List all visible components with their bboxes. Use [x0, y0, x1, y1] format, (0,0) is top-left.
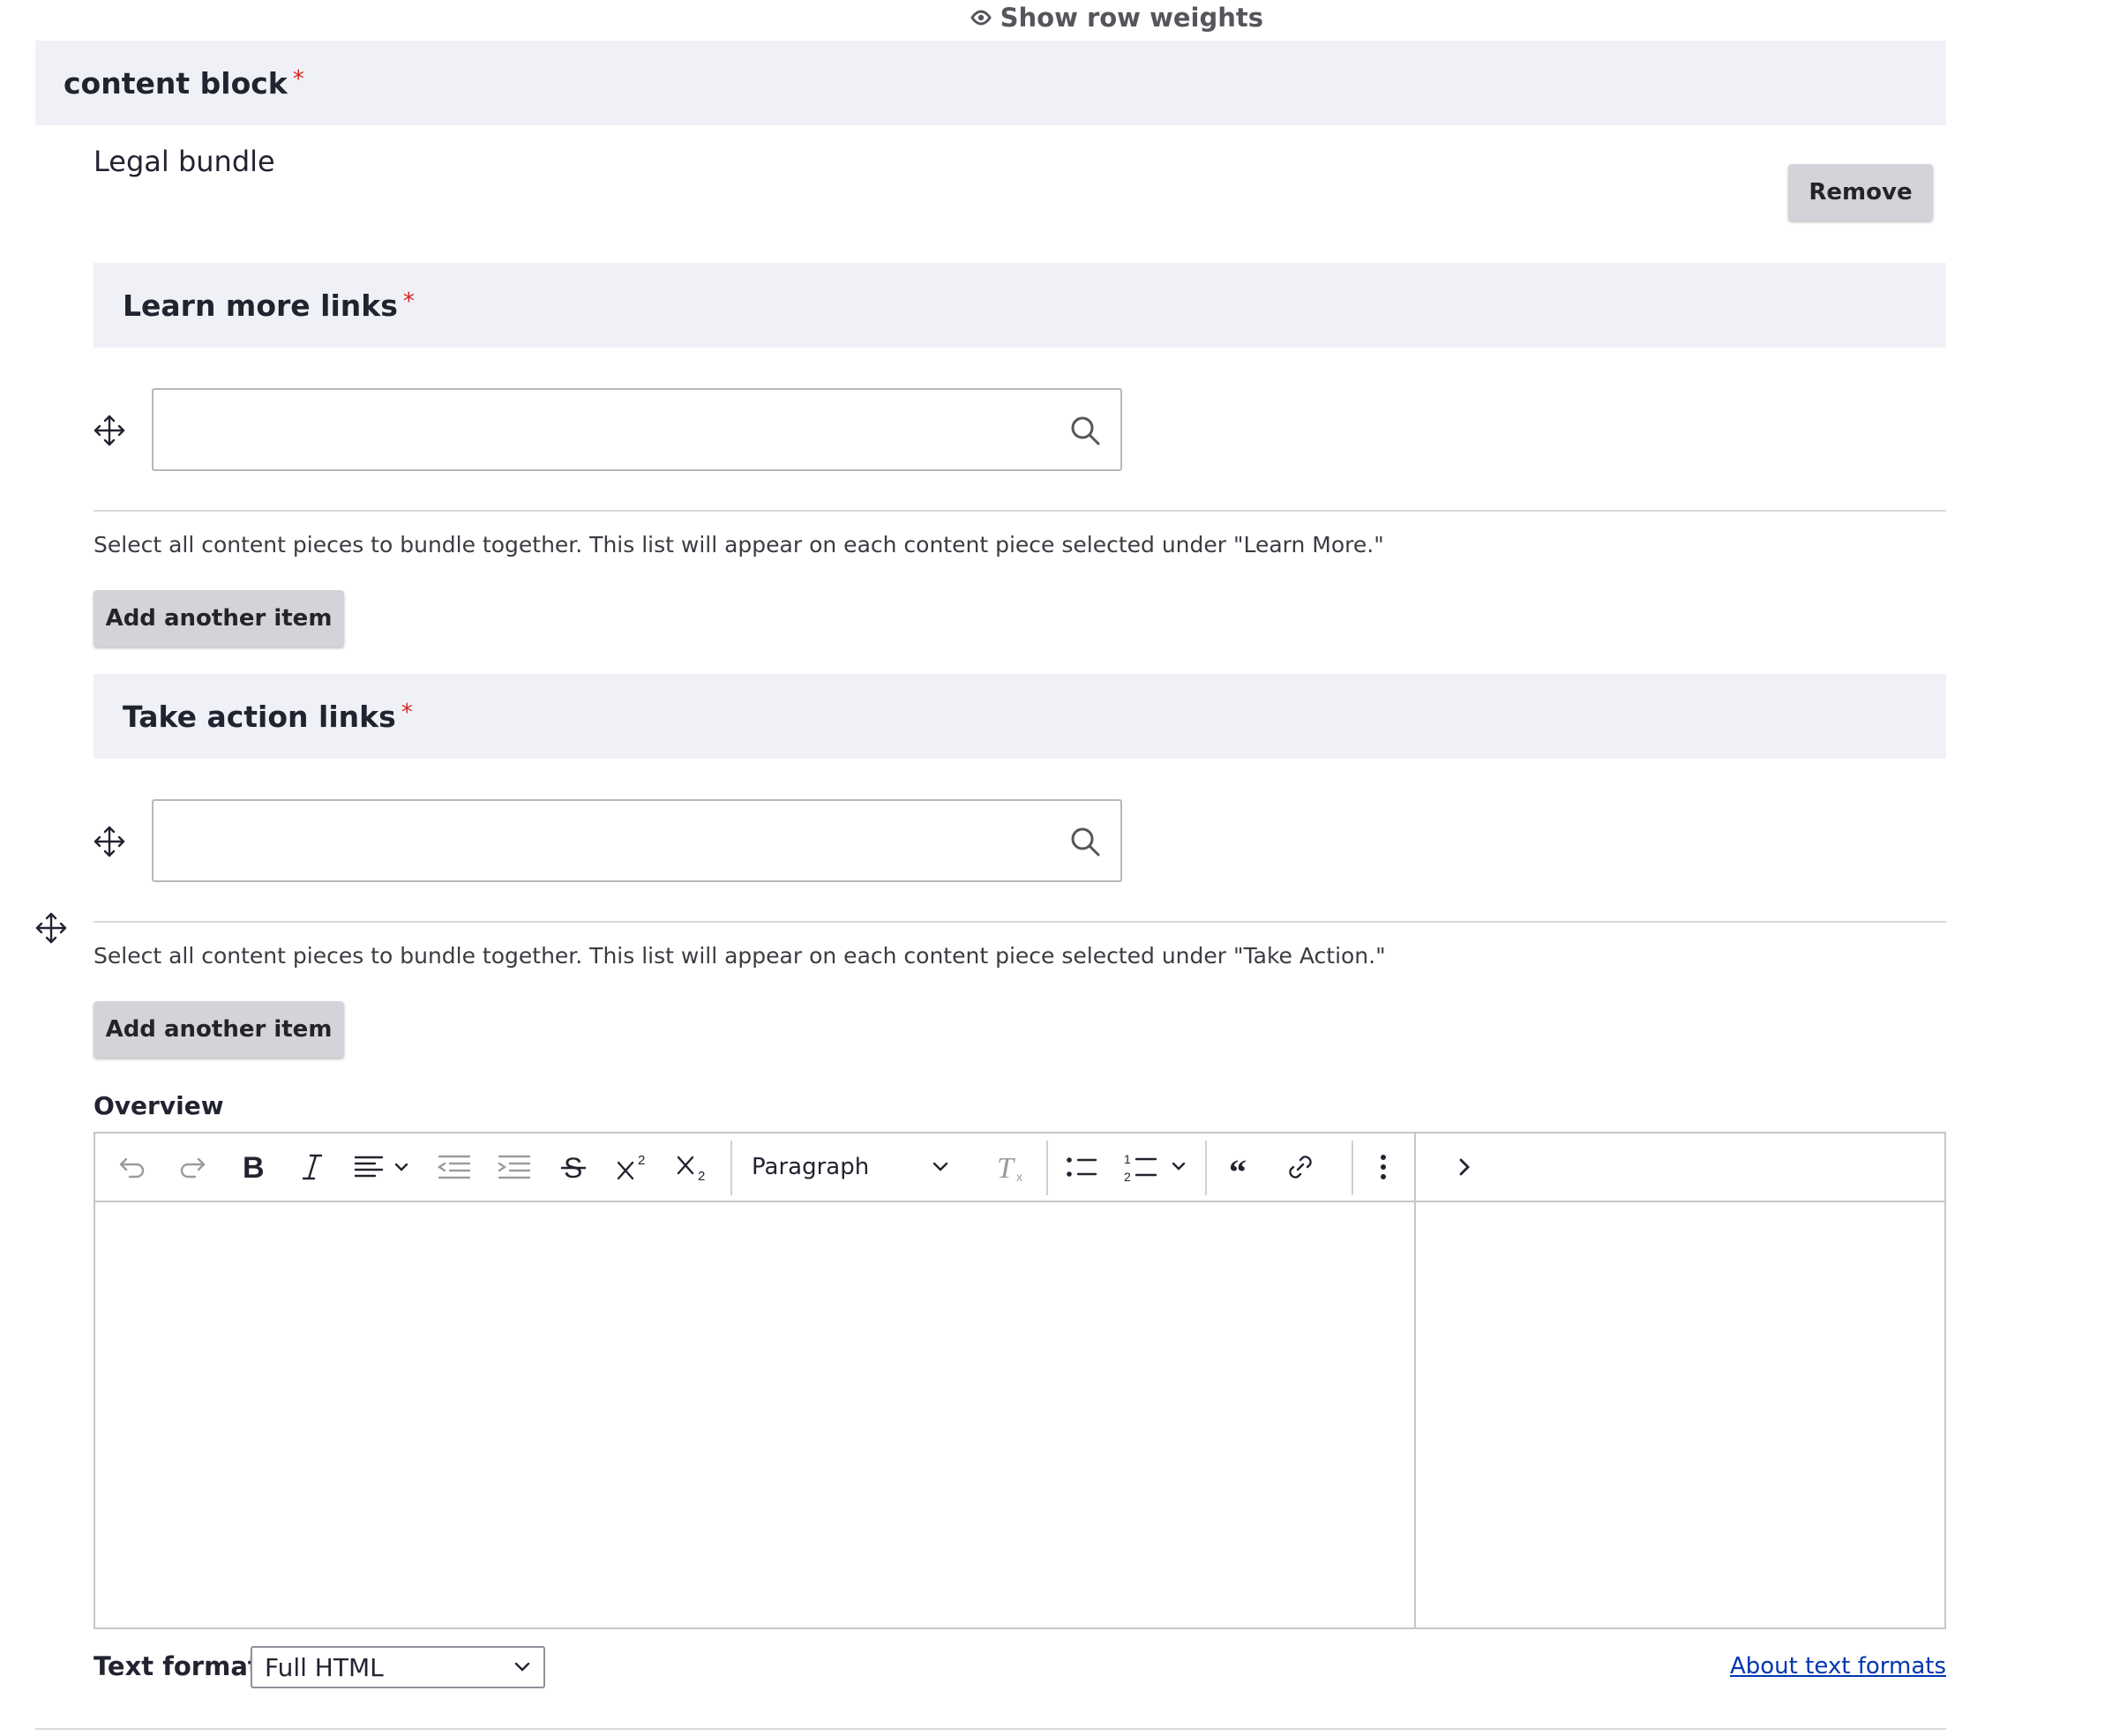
superscript-icon[interactable]: 2: [610, 1149, 658, 1186]
take-action-input[interactable]: [154, 801, 1071, 880]
svg-text:2: 2: [638, 1153, 645, 1168]
learn-more-description: Select all content pieces to bundle toge…: [94, 532, 1384, 557]
search-icon: [1071, 416, 1100, 445]
learn-more-links-header: Learn more links *: [94, 263, 1946, 348]
strikethrough-icon[interactable]: S: [552, 1149, 595, 1186]
show-row-weights-label: Show row weights: [1000, 3, 1263, 33]
required-marker: *: [402, 288, 415, 315]
bundle-name: Legal bundle: [94, 145, 275, 178]
editor-toolbar: B S 2 2 Paragraph Tx 1 2 “: [95, 1134, 1944, 1202]
align-icon[interactable]: [351, 1149, 415, 1186]
heading-select[interactable]: Paragraph: [739, 1145, 960, 1189]
remove-button[interactable]: Remove: [1788, 164, 1933, 221]
chevron-right-icon[interactable]: [1447, 1149, 1482, 1186]
learn-more-autocomplete: [152, 388, 1122, 471]
learn-more-links-title: Learn more links: [123, 288, 398, 323]
show-row-weights-toggle[interactable]: Show row weights: [970, 2, 1263, 34]
blockquote-icon[interactable]: “: [1221, 1149, 1263, 1186]
learn-more-input[interactable]: [154, 390, 1071, 469]
learn-more-add-another-item-button[interactable]: Add another item: [94, 590, 344, 647]
indent-icon[interactable]: [491, 1149, 536, 1186]
toolbar-separator: [1205, 1141, 1207, 1195]
content-block-drag-handle-icon[interactable]: [34, 910, 69, 946]
eye-icon: [970, 10, 992, 26]
heading-select-value: Paragraph: [752, 1154, 870, 1180]
take-action-links-header: Take action links *: [94, 674, 1946, 759]
rich-text-editor: B S 2 2 Paragraph Tx 1 2 “: [94, 1132, 1946, 1629]
italic-icon[interactable]: [291, 1149, 333, 1186]
svg-text:B: B: [243, 1152, 265, 1182]
overview-label: Overview: [94, 1091, 224, 1120]
more-vertical-icon[interactable]: [1366, 1149, 1401, 1186]
drag-handle-icon[interactable]: [92, 413, 127, 448]
undo-icon[interactable]: [111, 1149, 154, 1186]
numbered-list-icon[interactable]: 12: [1120, 1149, 1195, 1186]
take-action-autocomplete: [152, 799, 1122, 882]
text-format-select[interactable]: Full HTML: [251, 1646, 545, 1688]
svg-text:2: 2: [698, 1169, 705, 1182]
required-marker: *: [401, 700, 413, 726]
take-action-links-title: Take action links: [123, 699, 396, 734]
divider: [35, 1728, 1946, 1730]
remove-format-icon[interactable]: Tx: [992, 1149, 1034, 1186]
search-icon: [1071, 827, 1100, 857]
link-icon[interactable]: [1279, 1149, 1322, 1186]
editor-content-area[interactable]: [95, 1202, 1414, 1628]
about-text-formats-link[interactable]: About text formats: [1730, 1653, 1946, 1680]
outdent-icon[interactable]: [431, 1149, 476, 1186]
drag-handle-icon[interactable]: [92, 824, 127, 859]
svg-text:“: “: [1229, 1154, 1247, 1180]
content-block-title: content block: [64, 65, 288, 101]
chevron-down-icon: [932, 1162, 948, 1171]
svg-text:x: x: [1016, 1170, 1022, 1183]
toolbar-separator: [1046, 1141, 1048, 1195]
chevron-down-icon: [514, 1662, 530, 1672]
svg-text:1: 1: [1124, 1152, 1131, 1166]
toolbar-separator: [1352, 1141, 1353, 1195]
editor-side-divider: [1414, 1134, 1416, 1628]
svg-text:T: T: [997, 1152, 1015, 1183]
take-action-add-another-item-button[interactable]: Add another item: [94, 1001, 344, 1058]
take-action-description: Select all content pieces to bundle toge…: [94, 943, 1386, 969]
subscript-icon[interactable]: 2: [670, 1149, 718, 1186]
divider: [94, 510, 1946, 512]
text-format-value: Full HTML: [265, 1652, 384, 1682]
redo-icon[interactable]: [171, 1149, 213, 1186]
text-format-label: Text format: [94, 1651, 260, 1681]
divider: [94, 921, 1946, 923]
toolbar-separator: [730, 1141, 732, 1195]
bold-icon[interactable]: B: [231, 1149, 273, 1186]
content-block-header: content block *: [35, 41, 1946, 125]
bulleted-list-icon[interactable]: [1059, 1149, 1105, 1186]
svg-text:2: 2: [1124, 1170, 1131, 1183]
required-marker: *: [292, 66, 304, 93]
